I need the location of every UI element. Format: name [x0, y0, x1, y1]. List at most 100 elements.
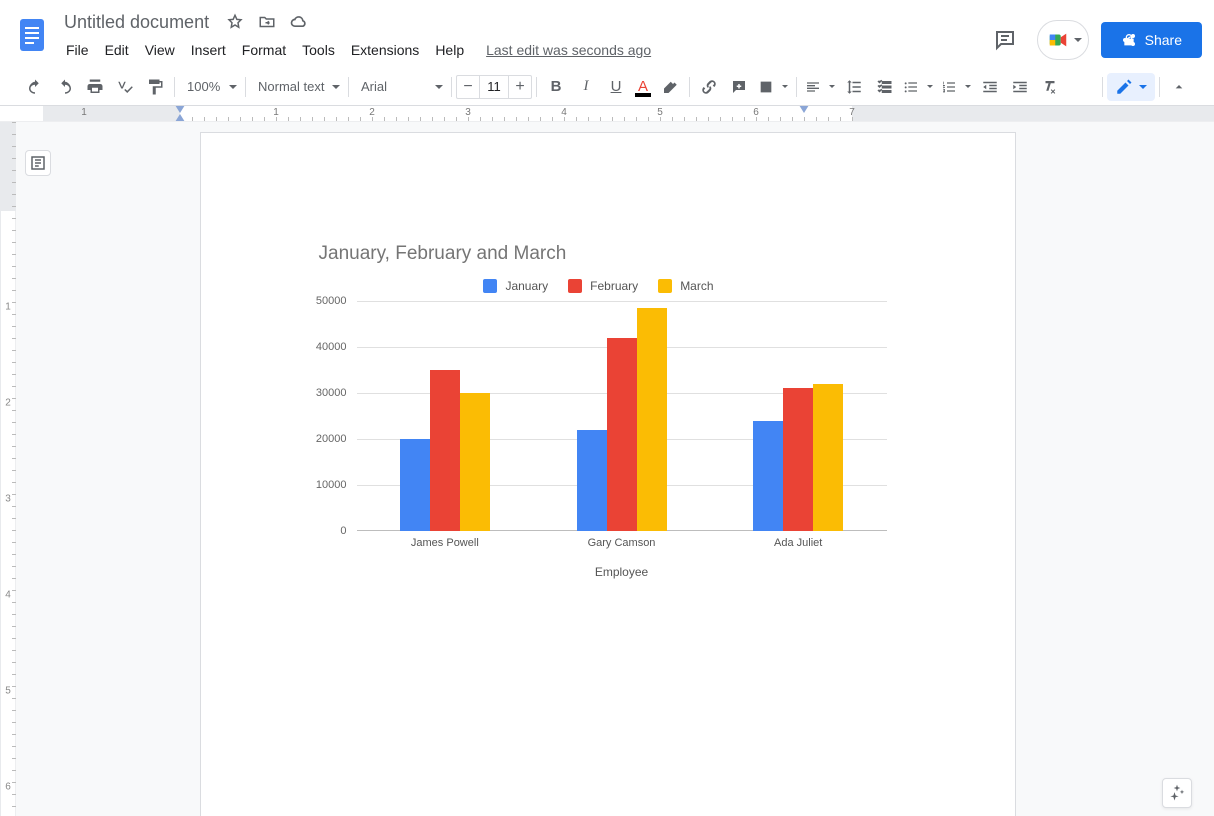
menu-format[interactable]: Format: [234, 38, 294, 62]
menu-file[interactable]: File: [58, 38, 97, 62]
editing-mode-button[interactable]: [1107, 73, 1155, 101]
print-button[interactable]: [80, 74, 110, 100]
y-tick-label: 0: [297, 525, 347, 537]
chart-bar: [400, 439, 430, 531]
first-line-indent-marker[interactable]: [175, 106, 185, 113]
chart-bar: [577, 430, 607, 531]
legend-swatch: [568, 279, 582, 293]
separator: [451, 77, 452, 97]
insert-link-button[interactable]: [694, 74, 724, 100]
menu-tools[interactable]: Tools: [294, 38, 343, 62]
chart-title: January, February and March: [319, 243, 901, 265]
vruler-number: 5: [5, 686, 11, 697]
bold-button[interactable]: B: [541, 74, 571, 100]
clear-formatting-button[interactable]: [1035, 74, 1065, 100]
document-title[interactable]: Untitled document: [58, 10, 215, 35]
increase-font-size-button[interactable]: +: [509, 76, 531, 98]
legend-item: January: [483, 279, 548, 293]
chart-plot-area: 01000020000300004000050000James PowellGa…: [357, 301, 887, 531]
explore-button[interactable]: [1162, 778, 1192, 808]
y-tick-label: 10000: [297, 479, 347, 491]
separator: [1159, 77, 1160, 97]
chart-bar: [607, 338, 637, 531]
vruler-number: 3: [5, 494, 11, 505]
ruler-number: 1: [81, 107, 87, 118]
italic-button[interactable]: I: [571, 74, 601, 100]
align-dropdown[interactable]: [801, 74, 839, 100]
cloud-status-icon[interactable]: [287, 10, 311, 34]
chart-bar: [637, 308, 667, 531]
vruler-number: 2: [5, 398, 11, 409]
move-folder-icon[interactable]: [255, 10, 279, 34]
separator: [245, 77, 246, 97]
separator: [536, 77, 537, 97]
embedded-chart[interactable]: January, February and March January Febru…: [297, 243, 901, 631]
x-tick-label: James Powell: [411, 537, 479, 549]
insert-image-dropdown[interactable]: [754, 74, 792, 100]
left-indent-marker[interactable]: [175, 114, 185, 122]
vruler-number: 1: [5, 302, 11, 313]
share-button[interactable]: Share: [1101, 22, 1202, 58]
x-tick-label: Ada Juliet: [774, 537, 822, 549]
legend-label: February: [590, 279, 638, 293]
paint-format-button[interactable]: [140, 74, 170, 100]
menu-insert[interactable]: Insert: [183, 38, 234, 62]
menu-view[interactable]: View: [137, 38, 183, 62]
horizontal-ruler[interactable]: 11234567: [0, 106, 1214, 122]
chart-bar: [813, 384, 843, 531]
paragraph-style-dropdown[interactable]: Normal text: [250, 74, 344, 100]
menu-edit[interactable]: Edit: [97, 38, 137, 62]
highlight-button[interactable]: [655, 74, 685, 100]
document-page[interactable]: January, February and March January Febru…: [200, 132, 1016, 816]
star-icon[interactable]: [223, 10, 247, 34]
line-spacing-button[interactable]: [839, 74, 869, 100]
separator: [1102, 77, 1103, 97]
font-size-input[interactable]: [479, 76, 509, 98]
undo-button[interactable]: [20, 74, 50, 100]
meet-button[interactable]: [1037, 20, 1089, 60]
share-label: Share: [1145, 32, 1182, 48]
y-tick-label: 40000: [297, 341, 347, 353]
docs-logo[interactable]: [12, 8, 52, 62]
header-right: Share: [985, 8, 1202, 60]
y-tick-label: 30000: [297, 387, 347, 399]
separator: [796, 77, 797, 97]
chevron-down-icon: [1074, 38, 1082, 42]
toolbar: 100% Normal text Arial − + B I U A: [0, 68, 1214, 106]
legend-swatch: [483, 279, 497, 293]
font-dropdown[interactable]: Arial: [353, 74, 447, 100]
font-value: Arial: [361, 79, 387, 94]
redo-button[interactable]: [50, 74, 80, 100]
spellcheck-button[interactable]: [110, 74, 140, 100]
zoom-value: 100%: [187, 79, 220, 94]
y-tick-label: 20000: [297, 433, 347, 445]
chart-bar: [460, 393, 490, 531]
vertical-ruler[interactable]: 1234567: [1, 122, 16, 816]
right-indent-marker[interactable]: [799, 106, 809, 113]
add-comment-button[interactable]: [724, 74, 754, 100]
numbered-list-dropdown[interactable]: [937, 74, 975, 100]
legend-swatch: [658, 279, 672, 293]
legend-label: January: [505, 279, 548, 293]
comments-icon[interactable]: [985, 20, 1025, 60]
app-header: Untitled document File Edit View Insert …: [0, 0, 1214, 64]
text-color-button[interactable]: A: [631, 75, 655, 99]
decrease-indent-button[interactable]: [975, 74, 1005, 100]
bulleted-list-dropdown[interactable]: [899, 74, 937, 100]
collapse-toolbar-button[interactable]: [1164, 74, 1194, 100]
separator: [689, 77, 690, 97]
vruler-number: 6: [5, 782, 11, 793]
checklist-button[interactable]: [869, 74, 899, 100]
chart-x-axis-label: Employee: [357, 565, 887, 579]
last-edit-link[interactable]: Last edit was seconds ago: [472, 42, 651, 58]
increase-indent-button[interactable]: [1005, 74, 1035, 100]
decrease-font-size-button[interactable]: −: [457, 76, 479, 98]
chart-bar: [783, 388, 813, 531]
zoom-dropdown[interactable]: 100%: [179, 74, 241, 100]
document-canvas[interactable]: 1234567 January, February and March Janu…: [0, 122, 1214, 816]
underline-button[interactable]: U: [601, 74, 631, 100]
menubar: File Edit View Insert Format Tools Exten…: [58, 36, 985, 64]
show-outline-button[interactable]: [25, 150, 51, 176]
menu-extensions[interactable]: Extensions: [343, 38, 427, 62]
menu-help[interactable]: Help: [427, 38, 472, 62]
